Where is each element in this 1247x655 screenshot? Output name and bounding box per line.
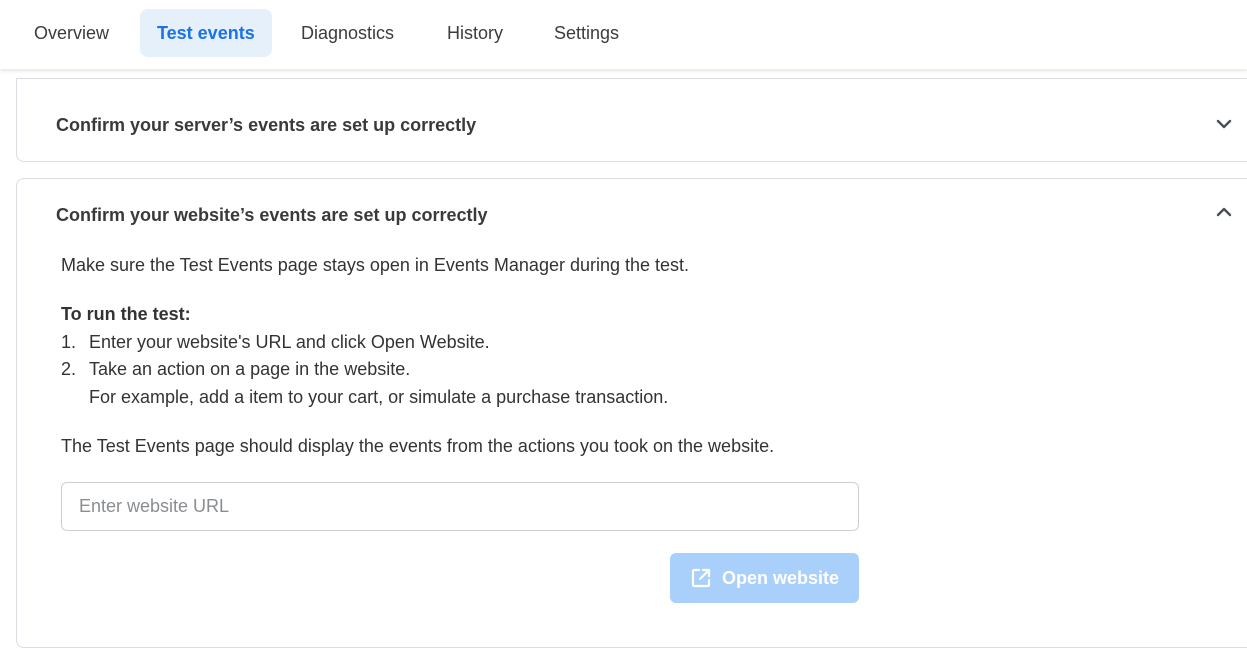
step-number: 1. — [61, 332, 77, 352]
website-events-section: Confirm your website’s events are set up… — [16, 178, 1247, 648]
tab-history[interactable]: History — [430, 9, 520, 57]
test-outro-text: The Test Events page should display the … — [61, 436, 775, 456]
step-text: Enter your website's URL and click Open … — [89, 332, 490, 352]
chevron-up-icon[interactable] — [1216, 204, 1232, 220]
website-url-input[interactable] — [61, 482, 859, 531]
open-website-label: Open website — [721, 567, 840, 588]
tab-settings[interactable]: Settings — [537, 9, 636, 57]
tab-overview[interactable]: Overview — [17, 9, 126, 57]
server-section-title[interactable]: Confirm your server’s events are set up … — [56, 115, 476, 136]
tab-test-events[interactable]: Test events — [140, 9, 272, 57]
step-example-text: For example, add a item to your cart, or… — [89, 387, 669, 407]
open-website-button[interactable]: Open website — [670, 553, 859, 603]
tab-diagnostics[interactable]: Diagnostics — [284, 9, 411, 57]
test-intro-text: Make sure the Test Events page stays ope… — [61, 255, 690, 275]
run-test-heading: To run the test: — [61, 304, 191, 324]
step-text: Take an action on a page in the website. — [89, 359, 411, 379]
server-events-section[interactable]: Confirm your server’s events are set up … — [16, 78, 1247, 162]
step-number: 2. — [61, 359, 77, 379]
external-link-icon — [691, 568, 711, 588]
top-tab-bar: Overview Test events Diagnostics History… — [0, 0, 1247, 69]
chevron-down-icon[interactable] — [1216, 116, 1232, 132]
website-section-title[interactable]: Confirm your website’s events are set up… — [56, 205, 487, 226]
